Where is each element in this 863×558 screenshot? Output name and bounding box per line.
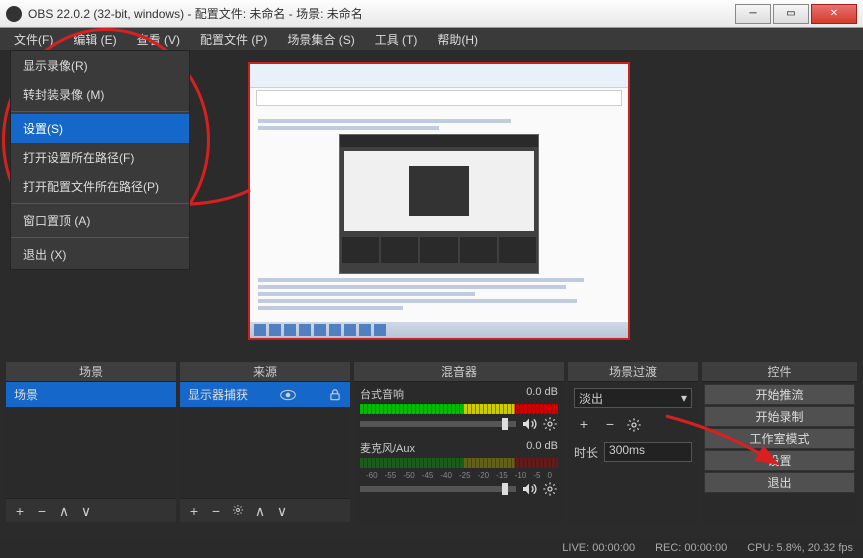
menu-profile[interactable]: 配置文件 (P) [190, 28, 277, 51]
visibility-icon[interactable] [280, 389, 296, 401]
preview-content [250, 64, 628, 338]
status-live: LIVE: 00:00:00 [562, 542, 635, 554]
source-up-button[interactable]: ∧ [250, 502, 270, 520]
mixer-meter [360, 404, 558, 414]
mixer-panel: 混音器 台式音响 0.0 dB 麦克风/Aux 0.0 dB [354, 362, 564, 522]
speaker-icon[interactable] [520, 481, 538, 497]
source-props-button[interactable] [228, 502, 248, 520]
preview-browser-chrome [250, 64, 628, 88]
chevron-down-icon: ▾ [681, 391, 687, 405]
transition-select[interactable]: 淡出 ▾ [574, 388, 692, 408]
status-rec: REC: 00:00:00 [655, 542, 727, 554]
menu-open-profile-folder[interactable]: 打开配置文件所在路径(P) [11, 172, 189, 201]
menu-edit[interactable]: 编辑 (E) [63, 28, 126, 51]
gear-icon[interactable] [626, 417, 642, 433]
transition-select-value: 淡出 [579, 390, 603, 407]
source-down-button[interactable]: ∨ [272, 502, 292, 520]
mixer-track-db: 0.0 dB [526, 386, 558, 402]
transition-body: 淡出 ▾ + − 时长 300ms [568, 382, 698, 522]
menu-separator [11, 111, 189, 112]
controls-body: 开始推流 开始录制 工作室模式 设置 退出 [702, 382, 857, 522]
app-icon [6, 6, 22, 22]
controls-header: 控件 [702, 362, 857, 382]
remove-source-button[interactable]: − [206, 502, 226, 520]
statusbar: LIVE: 00:00:00 REC: 00:00:00 CPU: 5.8%, … [0, 538, 863, 558]
scene-up-button[interactable]: ∧ [54, 502, 74, 520]
mixer-body: 台式音响 0.0 dB 麦克风/Aux 0.0 dB -60-55-50-45-… [354, 382, 564, 522]
menu-show-recordings[interactable]: 显示录像(R) [11, 51, 189, 80]
window-titlebar: OBS 22.0.2 (32-bit, windows) - 配置文件: 未命名… [0, 0, 863, 28]
mixer-track-mic: 麦克风/Aux 0.0 dB -60-55-50-45-40-25-20-15-… [354, 436, 564, 501]
sources-header: 来源 [180, 362, 350, 382]
menu-exit[interactable]: 退出 (X) [11, 240, 189, 269]
volume-slider[interactable] [360, 486, 516, 492]
scenes-footer: + − ∧ ∨ [6, 498, 176, 522]
studio-mode-button[interactable]: 工作室模式 [704, 428, 855, 449]
preview-taskbar [250, 322, 628, 338]
mixer-header: 混音器 [354, 362, 564, 382]
gear-icon[interactable] [542, 481, 558, 497]
mixer-track-desktop: 台式音响 0.0 dB [354, 382, 564, 436]
menu-view[interactable]: 查看 (V) [127, 28, 190, 51]
menu-settings[interactable]: 设置(S) [11, 114, 189, 143]
scenes-header: 场景 [6, 362, 176, 382]
source-item[interactable]: 显示器捕获 [180, 382, 350, 407]
maximize-button[interactable]: ▭ [773, 4, 809, 24]
speaker-icon[interactable] [520, 416, 538, 432]
menu-tools[interactable]: 工具 (T) [365, 28, 428, 51]
menu-scene-collection[interactable]: 场景集合 (S) [277, 28, 364, 51]
sources-footer: + − ∧ ∨ [180, 498, 350, 522]
preview-nested-window [339, 134, 539, 274]
mixer-track-label: 麦克风/Aux [360, 440, 415, 456]
menubar: 文件(F) 编辑 (E) 查看 (V) 配置文件 (P) 场景集合 (S) 工具… [0, 28, 863, 50]
scene-down-button[interactable]: ∨ [76, 502, 96, 520]
sources-list[interactable]: 显示器捕获 [180, 382, 350, 498]
status-cpu: CPU: 5.8%, 20.32 fps [747, 542, 853, 554]
scene-item[interactable]: 场景 [6, 382, 176, 407]
remove-transition-button[interactable]: − [600, 416, 620, 434]
window-title: OBS 22.0.2 (32-bit, windows) - 配置文件: 未命名… [28, 5, 733, 22]
add-scene-button[interactable]: + [10, 502, 30, 520]
mixer-meter [360, 458, 558, 468]
menu-open-settings-folder[interactable]: 打开设置所在路径(F) [11, 143, 189, 172]
menu-file[interactable]: 文件(F) [4, 28, 63, 51]
start-stream-button[interactable]: 开始推流 [704, 384, 855, 405]
add-transition-button[interactable]: + [574, 416, 594, 434]
lock-icon[interactable] [328, 388, 342, 402]
settings-button[interactable]: 设置 [704, 450, 855, 471]
sources-panel: 来源 显示器捕获 + − ∧ ∨ [180, 362, 350, 522]
duration-input[interactable]: 300ms [604, 442, 692, 462]
duration-label: 时长 [574, 444, 598, 461]
preview-url-bar [256, 90, 622, 106]
mixer-track-label: 台式音响 [360, 386, 404, 402]
transition-panel: 场景过渡 淡出 ▾ + − 时长 300ms [568, 362, 698, 522]
file-menu-dropdown: 显示录像(R) 转封装录像 (M) 设置(S) 打开设置所在路径(F) 打开配置… [10, 50, 190, 270]
scenes-list[interactable]: 场景 [6, 382, 176, 498]
mixer-track-db: 0.0 dB [526, 440, 558, 456]
controls-panel: 控件 开始推流 开始录制 工作室模式 设置 退出 [702, 362, 857, 522]
docks-container: 场景 场景 + − ∧ ∨ 来源 显示器捕获 + − ∧ ∨ [6, 362, 857, 522]
menu-remux[interactable]: 转封装录像 (M) [11, 80, 189, 109]
close-button[interactable]: ✕ [811, 4, 857, 24]
add-source-button[interactable]: + [184, 502, 204, 520]
mixer-scale: -60-55-50-45-40-25-20-15-10-50 [360, 470, 558, 481]
volume-slider[interactable] [360, 421, 516, 427]
scenes-panel: 场景 场景 + − ∧ ∨ [6, 362, 176, 522]
gear-icon[interactable] [542, 416, 558, 432]
menu-separator [11, 203, 189, 204]
source-label: 显示器捕获 [188, 386, 248, 403]
exit-button[interactable]: 退出 [704, 472, 855, 493]
transition-header: 场景过渡 [568, 362, 698, 382]
menu-always-on-top[interactable]: 窗口置顶 (A) [11, 206, 189, 235]
menu-help[interactable]: 帮助(H) [427, 28, 488, 51]
menu-separator [11, 237, 189, 238]
minimize-button[interactable]: ─ [735, 4, 771, 24]
remove-scene-button[interactable]: − [32, 502, 52, 520]
start-record-button[interactable]: 开始录制 [704, 406, 855, 427]
preview-canvas[interactable] [248, 62, 630, 340]
